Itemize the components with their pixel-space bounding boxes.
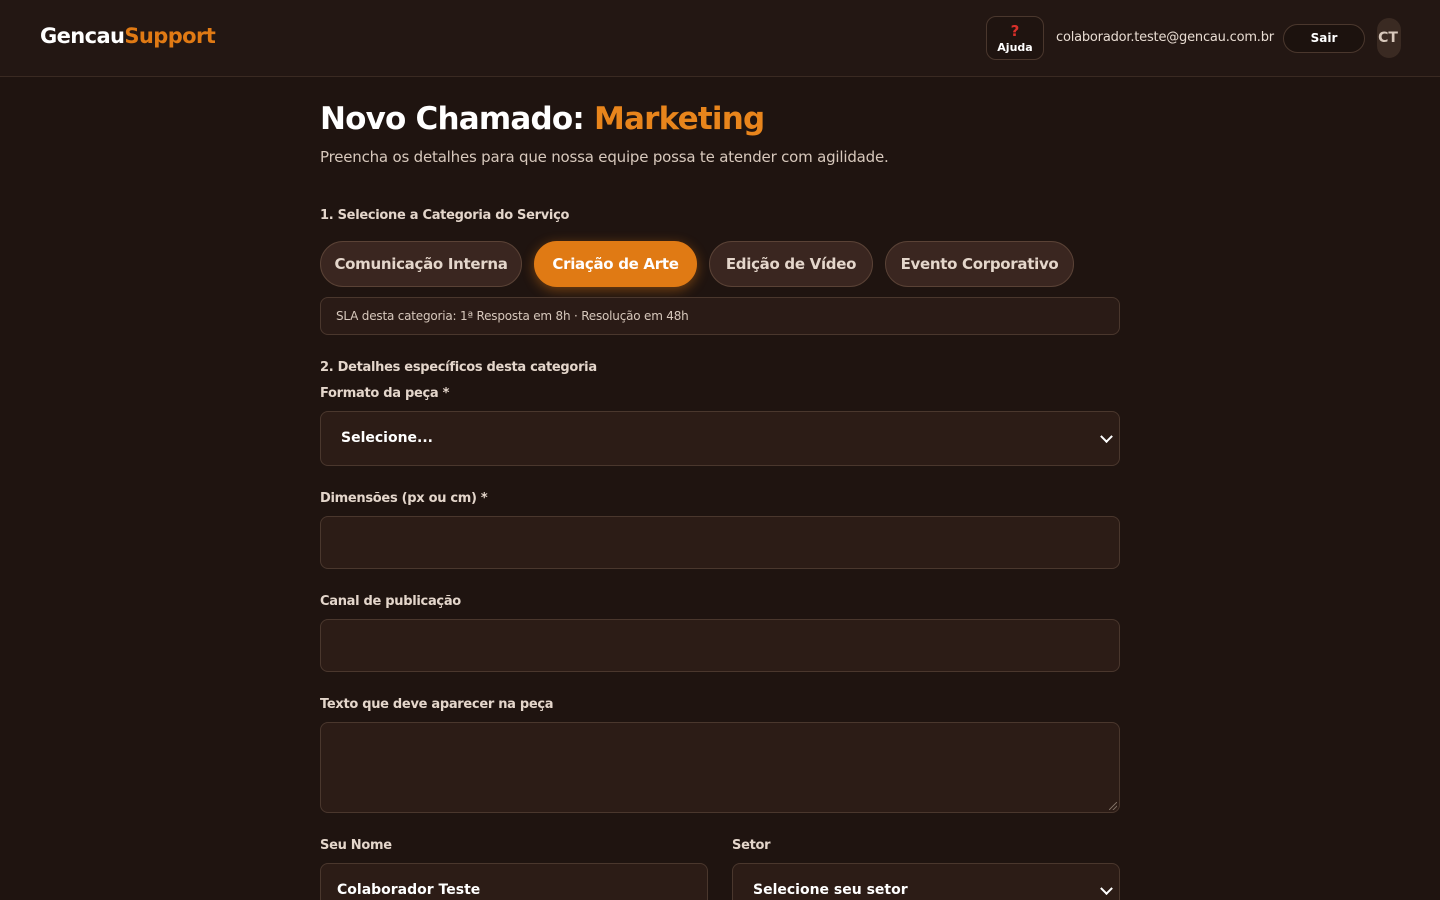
top-navbar: GencauSupport ? Ajuda colaborador.teste@… bbox=[0, 0, 1440, 77]
category-button-criacao-de-arte[interactable]: Criação de Arte bbox=[534, 241, 697, 287]
user-email: colaborador.teste@gencau.com.br bbox=[1056, 30, 1274, 45]
app-logo[interactable]: GencauSupport bbox=[40, 24, 216, 48]
resize-handle-icon[interactable] bbox=[1109, 802, 1117, 810]
question-icon: ? bbox=[1010, 22, 1020, 40]
avatar[interactable]: CT bbox=[1377, 18, 1401, 58]
page-title: Novo Chamado: Marketing bbox=[320, 101, 765, 137]
details-section-label: 2. Detalhes específicos desta categoria bbox=[320, 360, 597, 375]
help-label: Ajuda bbox=[997, 41, 1033, 54]
dimensoes-label: Dimensões (px ou cm) * bbox=[320, 491, 488, 506]
formato-select[interactable]: Selecione... bbox=[320, 411, 1120, 466]
avatar-initials: CT bbox=[1378, 30, 1398, 46]
category-button-evento-corporativo[interactable]: Evento Corporativo bbox=[885, 241, 1074, 287]
canal-input[interactable] bbox=[320, 619, 1120, 672]
formato-select-value: Selecione... bbox=[341, 430, 434, 446]
name-input[interactable]: Colaborador Teste bbox=[320, 863, 708, 900]
logout-button[interactable]: Sair bbox=[1283, 24, 1365, 53]
name-input-value: Colaborador Teste bbox=[337, 882, 481, 898]
canal-label: Canal de publicação bbox=[320, 594, 461, 609]
texto-textarea[interactable] bbox=[320, 722, 1120, 813]
page-title-prefix: Novo Chamado: bbox=[320, 101, 594, 137]
chevron-down-icon bbox=[1100, 429, 1113, 443]
logo-text-accent: Support bbox=[124, 24, 216, 48]
page-title-department: Marketing bbox=[593, 101, 765, 137]
formato-label: Formato da peça * bbox=[320, 386, 450, 401]
sla-info: SLA desta categoria: 1ª Resposta em 8h ·… bbox=[320, 297, 1120, 335]
chevron-down-icon bbox=[1100, 882, 1113, 896]
category-button-edicao-de-video[interactable]: Edição de Vídeo bbox=[709, 241, 873, 287]
category-section-label: 1. Selecione a Categoria do Serviço bbox=[320, 208, 570, 223]
logo-text-primary: Gencau bbox=[40, 24, 125, 48]
setor-label: Setor bbox=[732, 838, 771, 853]
dimensoes-input[interactable] bbox=[320, 516, 1120, 569]
page-subtitle: Preencha os detalhes para que nossa equi… bbox=[320, 148, 889, 166]
texto-label: Texto que deve aparecer na peça bbox=[320, 697, 554, 712]
category-button-comunicacao-interna[interactable]: Comunicação Interna bbox=[320, 241, 522, 287]
name-label: Seu Nome bbox=[320, 838, 392, 853]
help-button[interactable]: ? Ajuda bbox=[986, 16, 1044, 60]
setor-select[interactable]: Selecione seu setor bbox=[732, 863, 1120, 900]
setor-select-value: Selecione seu setor bbox=[753, 882, 908, 898]
